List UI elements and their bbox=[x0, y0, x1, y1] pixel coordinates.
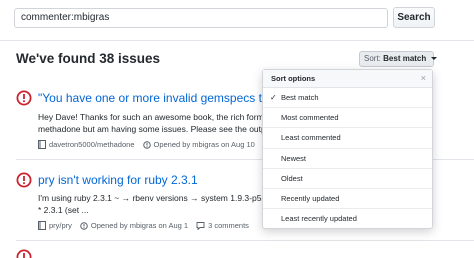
issue-title-link[interactable]: pry isn't working for ruby 2.3.1 bbox=[38, 173, 198, 187]
repo-icon bbox=[38, 140, 46, 149]
issue-opened-icon bbox=[16, 249, 32, 258]
sort-option-label: Recently updated bbox=[281, 193, 340, 203]
issue-body-line: Hey Dave! Thanks for such an awesome boo… bbox=[38, 112, 264, 122]
issue-opened-small-icon bbox=[80, 221, 88, 230]
sort-option-recently-updated[interactable]: Recently updated bbox=[263, 189, 432, 210]
sort-option-most-commented[interactable]: Most commented bbox=[263, 108, 432, 129]
close-icon[interactable]: × bbox=[421, 70, 426, 87]
issue-repo-link[interactable]: pry/pry bbox=[49, 221, 72, 230]
sort-option-label: Best match bbox=[281, 93, 319, 102]
sort-option-least-commented[interactable]: Least commented bbox=[263, 128, 432, 149]
issue-opened-small-icon bbox=[142, 140, 151, 149]
issue-title-link[interactable]: "You have one or more invalid gemspecs t… bbox=[38, 91, 286, 105]
header-divider bbox=[0, 40, 474, 41]
issue-repo-link[interactable]: davetron5000/methadone bbox=[49, 140, 135, 149]
sort-option-label: Least commented bbox=[281, 133, 341, 143]
sort-value: Best match bbox=[383, 54, 427, 63]
issue-body-line: I'm using ruby 2.3.1 ~ → rbenv versions … bbox=[38, 193, 267, 203]
issue-body-line: * 2.3.1 (set ... bbox=[38, 205, 89, 215]
sort-option-label: Least recently updated bbox=[281, 214, 357, 224]
chevron-down-icon bbox=[430, 57, 437, 61]
issue-opened-info: Opened by mbigras on Aug 1 bbox=[90, 221, 189, 230]
issue-meta: pry/pry Opened by mbigras on Aug 1 3 com… bbox=[38, 221, 249, 230]
issue-meta: davetron5000/methadone Opened by mbigras… bbox=[38, 140, 255, 149]
sort-option-label: Oldest bbox=[281, 173, 303, 183]
issue-body-line: methadone but am having some issues. Ple… bbox=[38, 124, 266, 134]
results-count-title: We've found 38 issues bbox=[16, 51, 161, 66]
issue-opened-icon bbox=[16, 90, 32, 106]
search-button[interactable]: Search bbox=[393, 7, 435, 28]
sort-menu-title: Sort options bbox=[271, 74, 316, 83]
issue-opened-info: Opened by mbigras on Aug 10 bbox=[153, 140, 255, 149]
sort-option-label: Most commented bbox=[281, 113, 339, 123]
sort-option-best-match[interactable]: ✓ Best match bbox=[263, 88, 432, 109]
repo-icon bbox=[38, 221, 46, 230]
issue-opened-icon bbox=[16, 172, 32, 188]
search-input[interactable]: commenter:mbigras bbox=[14, 8, 388, 28]
check-icon: ✓ bbox=[270, 93, 277, 102]
sort-option-oldest[interactable]: Oldest bbox=[263, 169, 432, 189]
comment-icon bbox=[196, 221, 205, 230]
sort-menu-header: Sort options × bbox=[263, 70, 432, 88]
issue-comments-link[interactable]: 3 comments bbox=[208, 221, 249, 230]
sort-options-menu: Sort options × ✓ Best match Most comment… bbox=[262, 69, 433, 229]
sort-option-least-recently-updated[interactable]: Least recently updated bbox=[263, 209, 432, 229]
sort-option-newest[interactable]: Newest bbox=[263, 149, 432, 169]
sort-dropdown-button[interactable]: Sort: Best match bbox=[359, 51, 437, 67]
sort-option-label: Newest bbox=[281, 153, 307, 163]
sort-prefix: Sort: bbox=[364, 54, 381, 63]
issue-divider bbox=[16, 240, 474, 241]
